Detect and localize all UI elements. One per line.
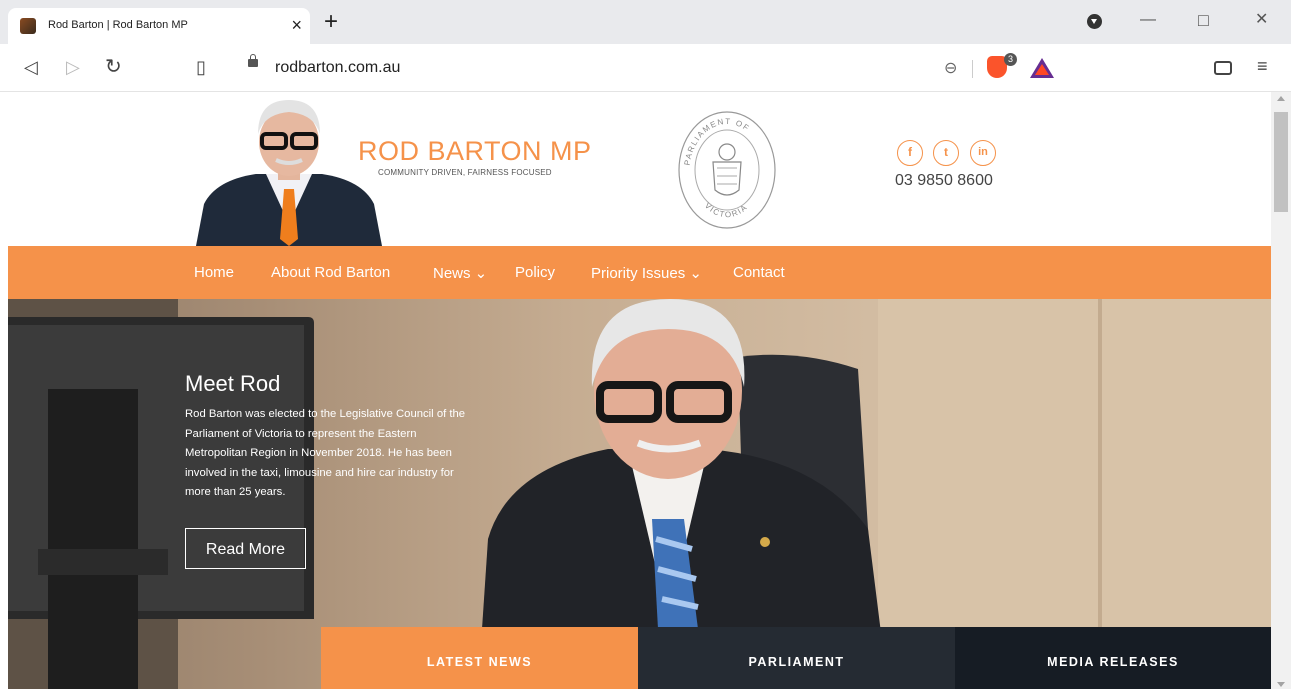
tab-latest-news[interactable]: LATEST NEWS <box>321 627 638 689</box>
lock-icon[interactable] <box>248 54 258 67</box>
tab-media-releases[interactable]: MEDIA RELEASES <box>955 627 1271 689</box>
nav-priority-issues[interactable]: Priority Issues ⌄ <box>591 264 702 282</box>
parliament-of-victoria-seal-icon: PARLIAMENT OF VICTORIA <box>678 111 776 229</box>
minimize-button[interactable]: — <box>1140 10 1156 30</box>
site-title[interactable]: ROD BARTON MP <box>358 136 592 167</box>
brave-rewards-icon[interactable] <box>1030 58 1054 78</box>
read-more-button[interactable]: Read More <box>185 528 306 569</box>
forward-icon[interactable]: ▷ <box>66 56 80 78</box>
web-page: ROD BARTON MP COMMUNITY DRIVEN, FAIRNESS… <box>8 92 1271 689</box>
zoom-icon[interactable]: ⊖ <box>944 58 957 78</box>
nav-news[interactable]: News ⌄ <box>433 264 487 282</box>
reload-icon[interactable]: ↻ <box>105 56 122 78</box>
news-tabs: LATEST NEWS PARLIAMENT MEDIA RELEASES <box>321 627 1271 689</box>
browser-tab-strip: Rod Barton | Rod Barton MP × + — □ ✕ <box>0 0 1291 44</box>
tab-parliament[interactable]: PARLIAMENT <box>638 627 955 689</box>
browser-menu-icon[interactable]: ≡ <box>1257 56 1268 77</box>
scroll-down-icon[interactable] <box>1277 682 1285 687</box>
divider <box>972 60 973 78</box>
nav-about-rod-barton[interactable]: About Rod Barton <box>271 264 390 281</box>
scrollbar-thumb[interactable] <box>1274 112 1288 212</box>
main-navigation: Home About Rod Barton News ⌄ Policy Prio… <box>8 246 1271 299</box>
close-window-button[interactable]: ✕ <box>1255 10 1268 30</box>
profile-menu-icon[interactable] <box>1087 14 1102 29</box>
rod-barton-portrait <box>196 100 382 246</box>
nav-home[interactable]: Home <box>194 264 234 281</box>
site-favicon-icon <box>20 18 36 34</box>
twitter-icon[interactable]: t <box>933 140 959 166</box>
browser-toolbar: ◁ ▷ ↻ ▯ rodbarton.com.au ⊖ 3 ≡ <box>0 44 1291 92</box>
phone-number[interactable]: 03 9850 8600 <box>895 172 993 190</box>
linkedin-icon[interactable]: in <box>970 140 996 166</box>
scroll-up-icon[interactable] <box>1277 96 1285 101</box>
bookmark-icon[interactable]: ▯ <box>196 56 206 78</box>
shields-count-badge: 3 <box>1004 53 1017 66</box>
url-text[interactable]: rodbarton.com.au <box>275 59 400 77</box>
back-icon[interactable]: ◁ <box>24 56 38 78</box>
page-scrollbar[interactable] <box>1271 92 1291 689</box>
site-tagline: COMMUNITY DRIVEN, FAIRNESS FOCUSED <box>378 168 552 177</box>
browser-tab[interactable]: Rod Barton | Rod Barton MP × <box>8 8 310 44</box>
hero-title: Meet Rod <box>185 371 281 396</box>
maximize-button[interactable]: □ <box>1198 10 1209 30</box>
svg-text:PARLIAMENT OF: PARLIAMENT OF <box>683 117 752 166</box>
hero-description: Rod Barton was elected to the Legislativ… <box>185 408 466 498</box>
tab-close-icon[interactable]: × <box>291 15 302 35</box>
facebook-icon[interactable]: f <box>897 140 923 166</box>
new-tab-button[interactable]: + <box>324 10 338 34</box>
nav-contact[interactable]: Contact <box>733 264 785 281</box>
nav-policy[interactable]: Policy <box>515 264 555 281</box>
wallet-icon[interactable] <box>1214 61 1232 75</box>
tab-title: Rod Barton | Rod Barton MP <box>48 19 188 31</box>
